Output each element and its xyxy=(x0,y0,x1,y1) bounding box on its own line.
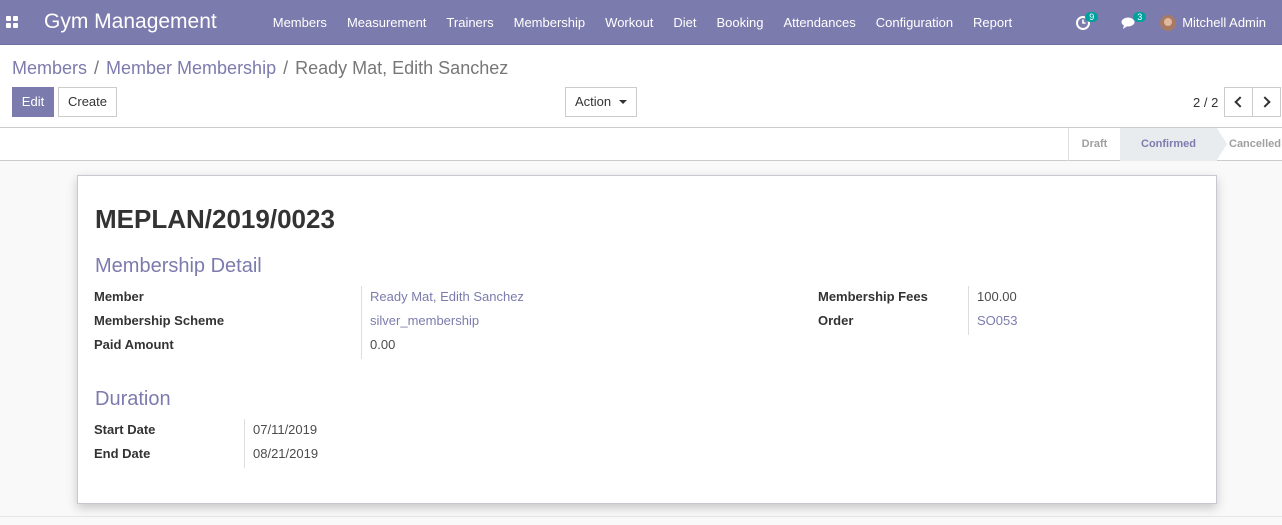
stage-draft[interactable]: Draft xyxy=(1068,128,1120,161)
membership-detail-heading: Membership Detail xyxy=(95,255,262,277)
activities-systray[interactable]: 9 xyxy=(1060,0,1106,45)
start-date-label: Start Date xyxy=(94,422,156,437)
activities-badge: 9 xyxy=(1085,12,1099,22)
breadcrumb-separator: / xyxy=(94,58,100,78)
systray: 9 3 Mitchell Admin xyxy=(1060,0,1282,45)
end-date-field: 08/21/2019 xyxy=(253,446,319,461)
messages-systray[interactable]: 3 xyxy=(1106,0,1152,45)
breadcrumb: Members / Member Membership / Ready Mat, Edi… xyxy=(12,58,508,79)
main-menu: Members Measurement Trainers Membership … xyxy=(263,0,1022,45)
field-divider xyxy=(968,286,969,335)
messages-badge: 3 xyxy=(1133,12,1147,22)
menu-item-diet[interactable]: Diet xyxy=(663,0,706,45)
chevron-left-icon xyxy=(1234,96,1246,108)
menu-item-membership[interactable]: Membership xyxy=(504,0,596,45)
membership-fees-label: Membership Fees xyxy=(818,289,928,304)
menu-item-members[interactable]: Members xyxy=(263,0,337,45)
order-label: Order xyxy=(818,313,854,328)
create-button[interactable]: Create xyxy=(58,87,117,117)
app-brand: Gym Management xyxy=(44,10,217,33)
end-date-label: End Date xyxy=(94,446,151,461)
pager-previous-button[interactable] xyxy=(1224,87,1253,117)
status-bar: Draft Confirmed Cancelled xyxy=(0,128,1282,161)
menu-item-attendances[interactable]: Attendances xyxy=(773,0,865,45)
top-navbar: Gym Management Members Measurement Train… xyxy=(0,0,1282,45)
menu-item-measurement[interactable]: Measurement xyxy=(337,0,436,45)
stage-confirmed[interactable]: Confirmed xyxy=(1120,128,1227,161)
field-divider xyxy=(361,286,362,359)
action-label: Action xyxy=(575,94,612,109)
paid-amount-label: Paid Amount xyxy=(94,337,174,352)
user-menu[interactable]: Mitchell Admin xyxy=(1160,14,1266,31)
pager-next-button[interactable] xyxy=(1252,87,1281,117)
menu-item-configuration[interactable]: Configuration xyxy=(866,0,963,45)
user-name: Mitchell Admin xyxy=(1182,15,1266,30)
edit-button[interactable]: Edit xyxy=(12,87,54,117)
menu-item-report[interactable]: Report xyxy=(963,0,1022,45)
member-label: Member xyxy=(94,289,144,304)
form-sheet: MEPLAN/2019/0023 Membership Detail Membe… xyxy=(77,175,1217,504)
order-field[interactable]: SO053 xyxy=(977,313,1017,328)
breadcrumb-current: Ready Mat, Edith Sanchez xyxy=(295,58,509,78)
chevron-right-icon xyxy=(1259,96,1271,108)
start-date-field: 07/11/2019 xyxy=(253,422,318,437)
breadcrumb-separator: / xyxy=(283,58,289,78)
menu-item-workout[interactable]: Workout xyxy=(595,0,663,45)
membership-scheme-field[interactable]: silver_membership xyxy=(370,313,479,328)
stage-cancelled[interactable]: Cancelled xyxy=(1217,128,1282,161)
action-dropdown-button[interactable]: Action xyxy=(565,87,637,117)
breadcrumb-member-membership[interactable]: Member Membership xyxy=(106,58,276,78)
record-title: MEPLAN/2019/0023 xyxy=(95,204,335,234)
menu-item-trainers[interactable]: Trainers xyxy=(436,0,503,45)
apps-menu-icon[interactable] xyxy=(0,0,28,45)
control-panel: Members / Member Membership / Ready Mat, Edi… xyxy=(0,45,1282,128)
membership-fees-field: 100.00 xyxy=(977,289,1017,304)
paid-amount-field: 0.00 xyxy=(370,337,396,352)
menu-item-booking[interactable]: Booking xyxy=(706,0,773,45)
breadcrumb-members[interactable]: Members xyxy=(12,58,87,78)
member-field[interactable]: Ready Mat, Edith Sanchez xyxy=(370,289,524,304)
caret-down-icon xyxy=(619,100,628,104)
duration-heading: Duration xyxy=(95,388,171,410)
pager-value[interactable]: 2 / 2 xyxy=(1193,95,1218,110)
field-divider xyxy=(244,419,245,468)
membership-scheme-label: Membership Scheme xyxy=(94,313,225,328)
avatar xyxy=(1160,14,1177,31)
